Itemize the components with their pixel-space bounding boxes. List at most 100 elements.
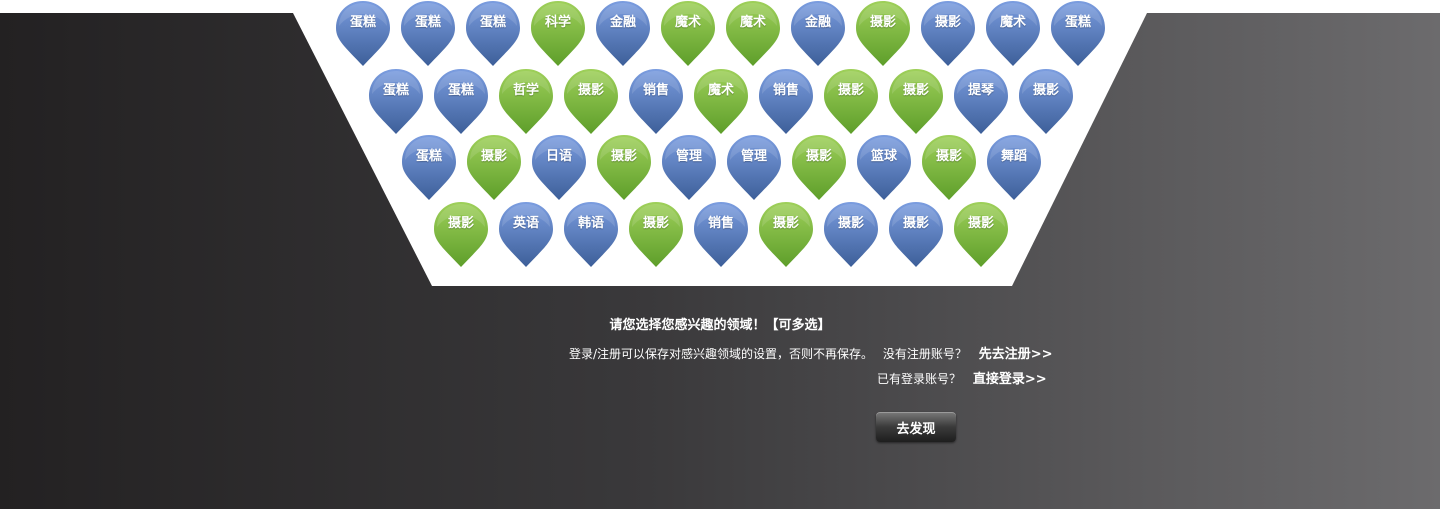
interest-tag[interactable]: 摄影 (855, 0, 911, 66)
save-note-text: 登录/注册可以保存对感兴趣领域的设置，否则不再保存。 (569, 347, 874, 361)
interest-tag[interactable]: 蛋糕 (433, 68, 489, 134)
interest-tag[interactable]: 管理 (726, 134, 782, 200)
interest-tag-label: 蛋糕 (1064, 15, 1091, 30)
interest-tag[interactable]: 金融 (595, 0, 651, 66)
interest-tag[interactable]: 摄影 (920, 0, 976, 66)
interest-tag-label: 摄影 (805, 149, 832, 164)
interest-tag-label: 销售 (772, 83, 799, 98)
interest-tag-label: 金融 (804, 15, 831, 30)
interest-tag[interactable]: 蛋糕 (368, 68, 424, 134)
interest-tag-label: 蛋糕 (382, 83, 409, 98)
map-pin-icon (987, 135, 1041, 200)
map-pin-icon (889, 202, 943, 267)
map-pin-icon (499, 202, 553, 267)
interest-tag[interactable]: 销售 (693, 201, 749, 267)
map-pin-icon (434, 202, 488, 267)
interest-tag[interactable]: 摄影 (888, 68, 944, 134)
interest-tag[interactable]: 英语 (498, 201, 554, 267)
interest-tag-label: 篮球 (870, 149, 897, 164)
interest-tag-label: 摄影 (447, 216, 474, 231)
login-link[interactable]: 直接登录>> (973, 372, 1047, 387)
interest-tag-label: 魔术 (707, 83, 734, 98)
map-pin-icon (694, 202, 748, 267)
map-pin-icon (824, 202, 878, 267)
interest-tag[interactable]: 摄影 (791, 134, 847, 200)
interest-tag[interactable]: 魔术 (985, 0, 1041, 66)
interest-tag[interactable]: 科学 (530, 0, 586, 66)
map-pin-icon (564, 69, 618, 134)
interest-tag[interactable]: 魔术 (660, 0, 716, 66)
interest-tag[interactable]: 蛋糕 (401, 134, 457, 200)
interest-tag[interactable]: 舞蹈 (986, 134, 1042, 200)
interest-tag[interactable]: 管理 (661, 134, 717, 200)
interest-tag[interactable]: 摄影 (466, 134, 522, 200)
interest-tag[interactable]: 摄影 (758, 201, 814, 267)
map-pin-icon (466, 1, 520, 66)
interest-tag[interactable]: 摄影 (596, 134, 652, 200)
interest-tag-label: 蛋糕 (349, 15, 376, 30)
interest-tag-tray: 蛋糕 蛋糕 蛋糕 科学 金融 魔术 魔术 金融 摄影 摄影 魔术 蛋糕 蛋糕 蛋糕 哲学 摄影 销售 魔术 销售 摄影… (0, 0, 1440, 300)
interest-tag[interactable]: 蛋糕 (1050, 0, 1106, 66)
interest-tag-label: 舞蹈 (1000, 149, 1027, 164)
map-pin-icon (662, 135, 716, 200)
interest-tag-label: 摄影 (935, 149, 962, 164)
interest-tag[interactable]: 摄影 (628, 201, 684, 267)
map-pin-icon (726, 1, 780, 66)
interest-tag-label: 摄影 (934, 15, 961, 30)
map-pin-icon (1051, 1, 1105, 66)
interest-tag[interactable]: 金融 (790, 0, 846, 66)
map-pin-icon (954, 69, 1008, 134)
login-line: 已有登录账号？ 直接登录>> (877, 368, 1047, 387)
map-pin-icon (727, 135, 781, 200)
interest-tag[interactable]: 摄影 (823, 201, 879, 267)
interest-tag[interactable]: 摄影 (1018, 68, 1074, 134)
interest-tag-label: 魔术 (739, 15, 766, 30)
interest-tag-label: 金融 (609, 15, 636, 30)
interest-tag-label: 管理 (740, 149, 767, 164)
interest-tag[interactable]: 魔术 (725, 0, 781, 66)
map-pin-icon (824, 69, 878, 134)
interest-tag[interactable]: 摄影 (823, 68, 879, 134)
interest-tag[interactable]: 摄影 (888, 201, 944, 267)
interest-tag-label: 管理 (675, 149, 702, 164)
interest-tag-label: 销售 (642, 83, 669, 98)
register-link[interactable]: 先去注册>> (979, 347, 1053, 362)
interest-tag[interactable]: 蛋糕 (335, 0, 391, 66)
interest-tag-label: 摄影 (610, 149, 637, 164)
interest-tag[interactable]: 摄影 (953, 201, 1009, 267)
interest-tag[interactable]: 摄影 (433, 201, 489, 267)
map-pin-icon (661, 1, 715, 66)
interest-tag-label: 蛋糕 (447, 83, 474, 98)
interest-tag[interactable]: 摄影 (563, 68, 619, 134)
interest-tag[interactable]: 魔术 (693, 68, 749, 134)
interest-tag[interactable]: 篮球 (856, 134, 912, 200)
map-pin-icon (434, 69, 488, 134)
interest-tag-label: 摄影 (837, 83, 864, 98)
no-account-question: 没有注册账号？ (882, 347, 967, 361)
interest-tag-label: 科学 (544, 15, 571, 30)
interest-tag-label: 摄影 (642, 216, 669, 231)
map-pin-icon (596, 1, 650, 66)
interest-tag[interactable]: 销售 (628, 68, 684, 134)
map-pin-icon (1019, 69, 1073, 134)
map-pin-icon (564, 202, 618, 267)
map-pin-icon (986, 1, 1040, 66)
interest-tag-label: 魔术 (999, 15, 1026, 30)
interest-prompt-text: 请您选择您感兴趣的领域！【可多选】 (609, 318, 831, 333)
map-pin-icon (921, 1, 975, 66)
map-pin-icon (629, 69, 683, 134)
interest-tag[interactable]: 提琴 (953, 68, 1009, 134)
interest-prompt: 请您选择您感兴趣的领域！【可多选】 (0, 314, 1440, 333)
interest-tag[interactable]: 蛋糕 (400, 0, 456, 66)
interest-tag[interactable]: 销售 (758, 68, 814, 134)
interest-tag-label: 销售 (707, 216, 734, 231)
interest-tag[interactable]: 蛋糕 (465, 0, 521, 66)
interest-tag[interactable]: 日语 (531, 134, 587, 200)
discover-button[interactable]: 去发现 (876, 412, 956, 442)
interest-tag-label: 摄影 (1032, 83, 1059, 98)
interest-tag[interactable]: 哲学 (498, 68, 554, 134)
map-pin-icon (467, 135, 521, 200)
interest-tag[interactable]: 韩语 (563, 201, 619, 267)
interest-tag[interactable]: 摄影 (921, 134, 977, 200)
register-line: 登录/注册可以保存对感兴趣领域的设置，否则不再保存。 没有注册账号？ 先去注册>… (569, 343, 1053, 362)
